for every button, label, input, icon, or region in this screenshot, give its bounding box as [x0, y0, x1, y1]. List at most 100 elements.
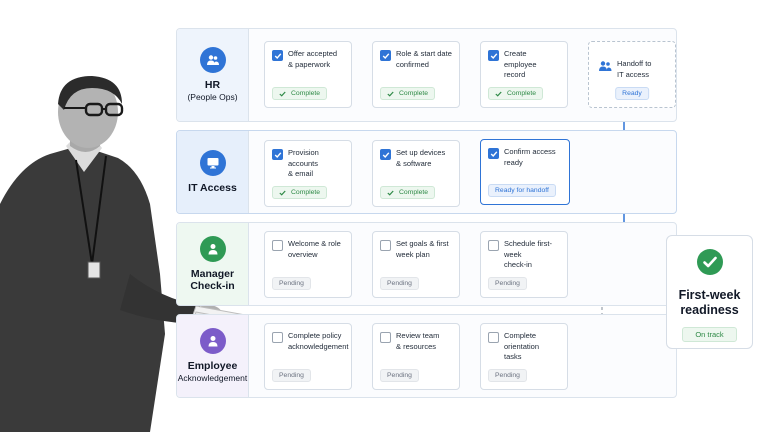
lane-header-hr: HR (People Ops) [177, 29, 249, 121]
checkbox-checked-icon[interactable] [272, 50, 283, 61]
step-label-line1: Provision accounts [288, 148, 319, 168]
step-label-line2: week plan [396, 249, 430, 259]
step-label-line1: Set up devices [396, 148, 446, 157]
checkbox-unchecked-icon[interactable] [488, 332, 499, 343]
step-label: Role & start date confirmed [396, 49, 452, 70]
step-card[interactable]: Role & start date confirmed Complete [372, 41, 460, 108]
outcome-title-line2: readiness [680, 303, 739, 317]
people-icon [199, 47, 226, 73]
check-icon [279, 190, 286, 196]
step-label-line2: overview [288, 249, 318, 259]
step-label-line1: Offer accepted [288, 49, 338, 58]
step-label: Complete policy acknowledgement [288, 331, 348, 352]
person-icon [199, 236, 226, 262]
step-label-line2: tasks [504, 352, 522, 361]
checkbox-checked-icon[interactable] [380, 50, 391, 61]
step-card[interactable]: Complete orientation tasks Pending [480, 323, 568, 390]
step-label: Handoff to IT access [617, 59, 651, 80]
lane-subtitle: (People Ops) [187, 92, 238, 102]
step-label-line1: Handoff to [617, 59, 652, 68]
check-icon [495, 91, 502, 97]
step-label-line2: & email [288, 169, 314, 178]
checkbox-unchecked-icon[interactable] [488, 240, 499, 251]
lane-header-manager: Manager Check-in [177, 223, 249, 305]
status-badge: Pending [380, 369, 419, 382]
step-card[interactable]: Offer accepted & paperwork Complete [264, 41, 352, 108]
step-card[interactable]: Provision accounts & email Complete [264, 140, 352, 207]
status-text: Complete [291, 89, 321, 97]
step-label: Provision accounts & email [288, 148, 345, 180]
lane-title: HR [204, 79, 221, 91]
step-card[interactable]: Welcome & role overview Pending [264, 231, 352, 298]
step-label-line1: Review team [396, 331, 440, 340]
step-card[interactable]: Set up devices & software Complete [372, 140, 460, 207]
step-label-line2: & software [396, 158, 432, 168]
step-card-active[interactable]: Confirm access ready Ready for handoff [480, 139, 570, 205]
check-circle-icon [696, 249, 723, 280]
status-badge: Ready [615, 87, 649, 100]
status-text: Complete [399, 89, 429, 97]
step-label-line1: Role & start date [396, 49, 452, 58]
step-label: Welcome & role overview [288, 239, 341, 260]
check-icon [387, 91, 394, 97]
status-badge: Ready for handoff [488, 184, 556, 197]
lane-title: Employee [187, 360, 238, 372]
status-text: Complete [399, 188, 429, 196]
step-label-line1: Set goals & first [396, 239, 449, 248]
step-label-line2: record [504, 70, 526, 79]
checkbox-unchecked-icon[interactable] [380, 240, 391, 251]
outcome-title: First-week readiness [679, 288, 741, 318]
status-text: Complete [291, 188, 321, 196]
lane-title: Manager [190, 268, 235, 280]
step-label: Create employee record [504, 49, 561, 81]
lane-header-employee: Employee Acknowledgement [177, 315, 249, 397]
step-label: Offer accepted & paperwork [288, 49, 337, 70]
step-label-line2: & paperwork [288, 59, 331, 69]
step-label-line1: Schedule first-week [504, 239, 552, 259]
step-card[interactable]: Set goals & first week plan Pending [372, 231, 460, 298]
step-card[interactable]: Review team & resources Pending [372, 323, 460, 390]
step-card[interactable]: Create employee record Complete [480, 41, 568, 108]
status-badge: Complete [380, 87, 436, 100]
step-label: Complete orientation tasks [504, 331, 561, 363]
workflow-canvas: HR (People Ops) IT Access Manager Check-… [0, 0, 768, 432]
step-label-line2: acknowledgement [288, 341, 349, 351]
checkbox-unchecked-icon[interactable] [272, 332, 283, 343]
step-label: Review team & resources [396, 331, 439, 352]
step-label-line2: check-in [504, 260, 532, 269]
status-badge: Pending [272, 369, 311, 382]
person-icon [199, 328, 226, 354]
checkbox-checked-icon[interactable] [380, 149, 391, 160]
checkbox-unchecked-icon[interactable] [272, 240, 283, 251]
outcome-card[interactable]: First-week readiness On track [666, 235, 753, 349]
lane-title: IT Access [188, 182, 237, 194]
step-label-line2: & resources [396, 341, 437, 351]
step-label-line1: Complete orientation [504, 331, 540, 351]
lane-header-it: IT Access [177, 131, 249, 213]
step-card[interactable]: Schedule first-week check-in Pending [480, 231, 568, 298]
status-badge: Complete [488, 87, 544, 100]
status-badge: Pending [488, 277, 527, 290]
status-badge: On track [682, 327, 737, 342]
check-icon [387, 190, 394, 196]
checkbox-checked-icon[interactable] [272, 149, 283, 160]
step-label: Set up devices & software [396, 148, 445, 169]
step-label-line2: IT access [617, 69, 649, 79]
checkbox-unchecked-icon[interactable] [380, 332, 391, 343]
status-badge: Pending [380, 277, 419, 290]
status-badge: Complete [380, 186, 436, 199]
step-label-line1: Confirm access [504, 147, 556, 156]
status-badge: Pending [272, 277, 311, 290]
checkbox-checked-icon[interactable] [488, 148, 499, 159]
status-badge: Complete [272, 87, 328, 100]
step-label-line1: Create employee [504, 49, 537, 69]
check-icon [279, 91, 286, 97]
step-card[interactable]: Complete policy acknowledgement Pending [264, 323, 352, 390]
checkbox-checked-icon[interactable] [488, 50, 499, 61]
monitor-icon [199, 150, 226, 176]
handoff-card[interactable]: Handoff to IT access Ready [588, 41, 676, 108]
status-text: Complete [507, 89, 537, 97]
outcome-title-line1: First-week [678, 288, 741, 302]
step-label-line2: ready [504, 157, 523, 167]
people-icon [598, 59, 612, 77]
